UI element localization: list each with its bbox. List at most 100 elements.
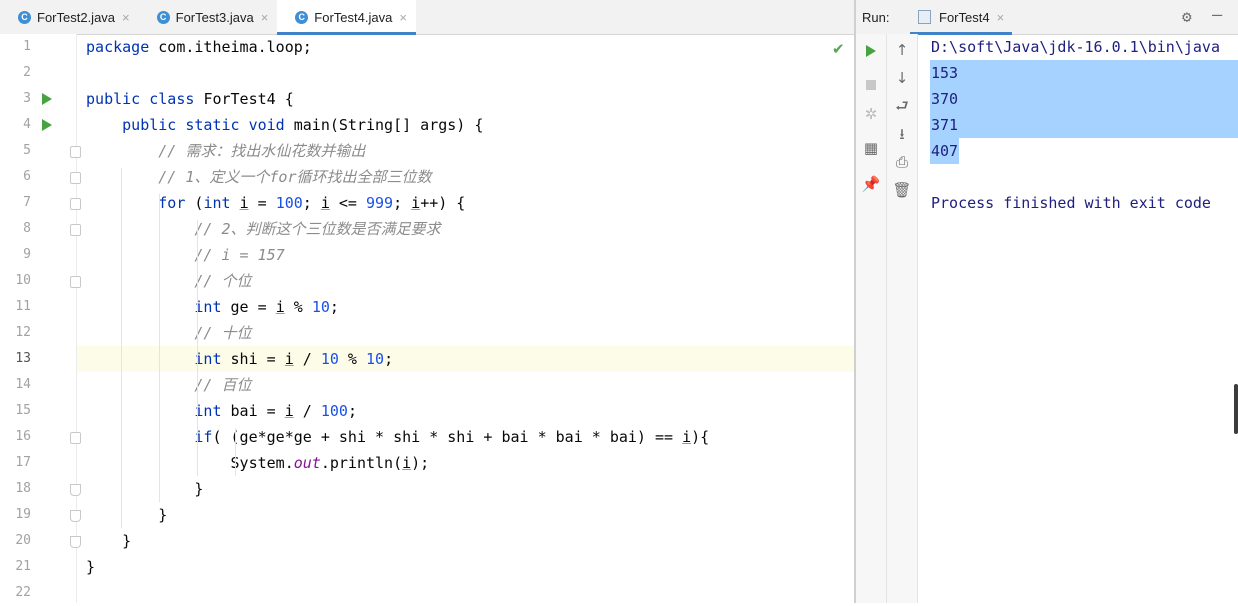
code-token: main(String[] args) { <box>293 116 484 134</box>
close-icon[interactable]: × <box>399 10 407 25</box>
close-icon[interactable]: × <box>997 10 1005 25</box>
line-number: 8 <box>23 221 31 236</box>
code-line[interactable]: } <box>77 528 854 554</box>
code-line[interactable]: int ge = i % 10; <box>77 294 854 320</box>
gutter-line: 1 <box>0 34 76 60</box>
code-token: 999 <box>366 194 394 212</box>
line-number: 5 <box>23 143 31 158</box>
code-line[interactable]: // 十位 <box>77 320 854 346</box>
code-token: / <box>293 402 321 420</box>
console-output-line: 153 <box>931 64 959 82</box>
code-line[interactable]: public class ForTest4 { <box>77 86 854 112</box>
tab-fortest3[interactable]: C ForTest3.java × <box>139 0 278 34</box>
gutter-line: 4 <box>0 112 76 138</box>
console-output[interactable]: D:\soft\Java\jdk-16.0.1\bin\java 153 370… <box>918 34 1238 603</box>
debug-icon[interactable]: ✲ <box>856 102 886 126</box>
print-icon[interactable]: ⎙ <box>887 150 917 174</box>
code-line[interactable]: // i = 157 <box>77 242 854 268</box>
code-line[interactable]: public static void main(String[] args) { <box>77 112 854 138</box>
line-number: 14 <box>15 377 31 392</box>
editor-gutter: 1 2 3 4 5 6 7 8 9 10 11 12 13 14 15 16 17 18 19 20 21 22 <box>0 34 81 603</box>
code-token: bai = <box>230 402 285 420</box>
code-line[interactable]: package com.itheima.loop; <box>77 34 854 60</box>
gutter-line: 11 <box>0 294 76 320</box>
code-token: ge = <box>230 298 276 316</box>
close-icon[interactable]: × <box>122 10 130 25</box>
rerun-icon[interactable] <box>856 38 886 62</box>
tab-run-fortest4[interactable]: ForTest4 × <box>910 0 1013 35</box>
code-line[interactable]: } <box>77 476 854 502</box>
pin-icon[interactable]: 📌 <box>856 172 886 196</box>
line-number: 4 <box>23 117 31 132</box>
run-label: Run: <box>862 10 890 25</box>
code-token: .println( <box>320 454 403 472</box>
soft-wrap-icon[interactable]: ⮐ <box>887 94 917 118</box>
scroll-to-end-icon[interactable]: ⭳ <box>887 122 917 146</box>
tab-fortest2[interactable]: C ForTest2.java × <box>0 0 139 34</box>
code-line[interactable]: if( (ge*ge*ge + shi * shi * shi + bai * … <box>77 424 854 450</box>
arrow-down-icon[interactable]: ↓ <box>887 66 917 90</box>
code-line[interactable]: // 需求：找出水仙花数并输出 <box>77 138 854 164</box>
console-output-line: 407 <box>931 142 959 160</box>
scrollbar-thumb[interactable] <box>1234 384 1238 434</box>
line-number: 15 <box>15 403 31 418</box>
code-token: % <box>284 298 312 316</box>
run-panel: Run: ForTest4 × ⚙ — ✲ ▦ 📌 ↑ ↓ ⮐ ⭳ ⎙ 🗑 D:… <box>856 0 1238 603</box>
gutter-line: 21 <box>0 554 76 580</box>
editor-tab-bar: C ForTest2.java × C ForTest3.java × C Fo… <box>0 0 854 35</box>
code-line[interactable]: // 2、判断这个三位数是否满足要求 <box>77 216 854 242</box>
stop-icon[interactable] <box>856 72 886 96</box>
code-line[interactable]: int bai = i / 100; <box>77 398 854 424</box>
tab-label: ForTest3.java <box>175 9 254 25</box>
java-class-icon: C <box>156 10 170 24</box>
line-number: 18 <box>15 481 31 496</box>
console-output-line: 370 <box>931 90 959 108</box>
trash-icon[interactable]: 🗑 <box>887 178 917 202</box>
code-line[interactable]: } <box>77 554 854 580</box>
gutter-line: 19 <box>0 502 81 528</box>
arrow-up-icon[interactable]: ↑ <box>887 38 917 62</box>
gutter-line: 7 <box>0 190 81 216</box>
selection-highlight <box>930 60 1238 86</box>
line-number: 20 <box>15 533 31 548</box>
code-token: 10 <box>366 350 385 368</box>
code-token: <= <box>329 194 366 212</box>
close-icon[interactable]: × <box>261 10 269 25</box>
gear-icon[interactable]: ⚙ <box>1182 7 1192 26</box>
line-number: 21 <box>15 559 31 574</box>
gutter-line: 15 <box>0 398 76 424</box>
line-number: 16 <box>15 429 31 444</box>
code-line[interactable] <box>77 580 854 606</box>
gutter-line: 18 <box>0 476 81 502</box>
code-line[interactable]: // 百位 <box>77 372 854 398</box>
tab-fortest4[interactable]: C ForTest4.java × <box>277 0 416 35</box>
code-line[interactable]: int shi = i / 10 % 10; <box>77 346 854 372</box>
code-token: i <box>682 428 692 446</box>
code-token: ); <box>411 454 430 472</box>
code-line[interactable]: System.out.println(i); <box>77 450 854 476</box>
code-line[interactable]: // 个位 <box>77 268 854 294</box>
gutter-line: 9 <box>0 242 76 268</box>
run-gutter-icon[interactable] <box>42 119 52 131</box>
indent-guide <box>235 428 236 476</box>
code-line[interactable]: } <box>77 502 854 528</box>
minimize-icon[interactable]: — <box>1212 5 1222 25</box>
code-editor[interactable]: C ForTest2.java × C ForTest3.java × C Fo… <box>0 0 854 603</box>
code-line[interactable]: for (int i = 100; i <= 999; i++) { <box>77 190 854 216</box>
code-token: ForTest4 { <box>203 90 294 108</box>
code-line[interactable] <box>77 60 854 86</box>
code-token: i <box>284 350 294 368</box>
code-token: // 个位 <box>86 272 252 290</box>
code-token: i <box>275 298 285 316</box>
selection-highlight <box>930 112 1238 138</box>
code-token: / <box>293 350 321 368</box>
code-line[interactable]: // 1、定义一个for循环找出全部三位数 <box>77 164 854 190</box>
run-gutter-icon[interactable] <box>42 93 52 105</box>
indent-guide <box>159 194 160 502</box>
code-token: for <box>86 194 195 212</box>
code-area[interactable]: package com.itheima.loop; public class F… <box>77 34 854 603</box>
code-token: // 1、定义一个for循环找出全部三位数 <box>86 168 432 186</box>
gutter-line: 10 <box>0 268 81 294</box>
line-number: 19 <box>15 507 31 522</box>
layout-icon[interactable]: ▦ <box>856 136 886 160</box>
